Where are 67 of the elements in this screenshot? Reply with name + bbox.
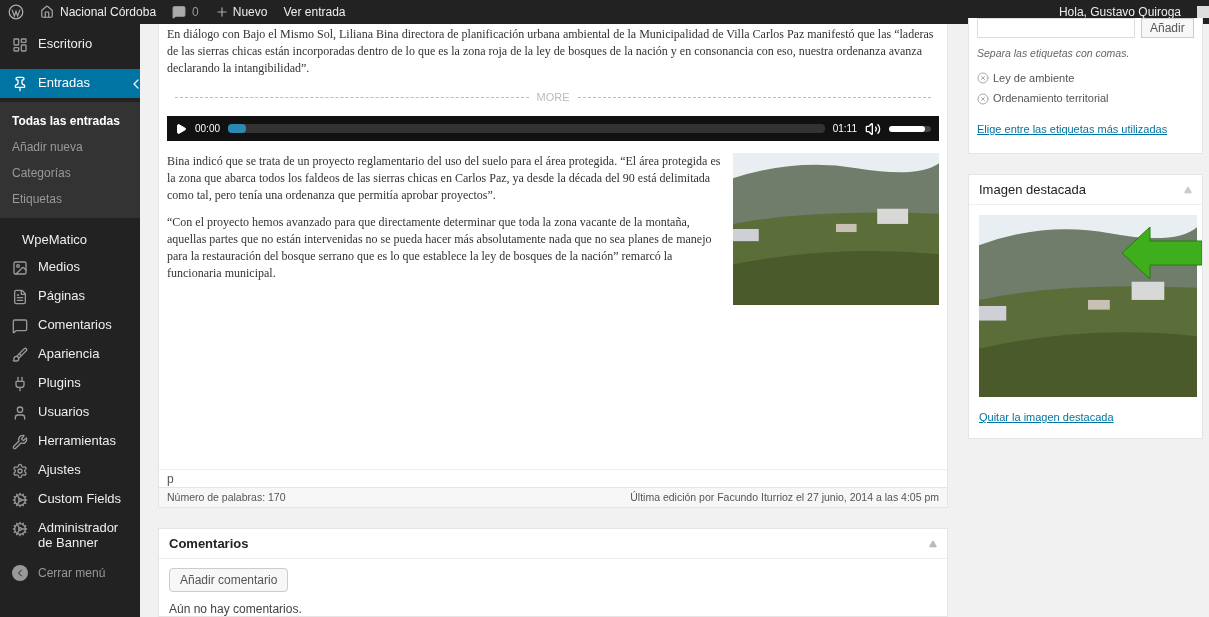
volume-icon[interactable]: [865, 120, 881, 137]
more-separator: MORE: [536, 90, 570, 105]
gear-icon: [12, 521, 28, 537]
logo-icon: [8, 4, 24, 20]
remove-image-link[interactable]: Quitar la imagen destacada: [979, 409, 1192, 426]
progress-track[interactable]: [228, 124, 825, 133]
dashboard-icon: [12, 37, 28, 53]
popular-tags-link[interactable]: Elige entre las etiquetas más utilizadas: [977, 120, 1194, 138]
submenu-item[interactable]: Categorías: [0, 160, 140, 186]
greeting-link[interactable]: Hola, Gustavo Quiroga: [1058, 3, 1181, 21]
gear-icon: [12, 492, 28, 508]
brush-icon: [12, 347, 28, 363]
sidebar-item[interactable]: Plugins: [0, 369, 140, 398]
home-icon: [40, 5, 54, 19]
paragraph: Bina indicó que se trata de un proyecto reglamentario del uso del suelo para el área protegida. “El área protegida es la zona que abarca todos los faldeos de las sierras chicas en Carlos Paz, ya desde la década del 90 está delimitada como tal, pero tenía una ordenanza que permitía aprobar proyectos”.: [167, 153, 722, 204]
site-link[interactable]: Nacional Córdoba: [40, 3, 157, 21]
user-icon: [12, 405, 28, 421]
sidebar-item[interactable]: Páginas: [0, 282, 140, 311]
tags-hint: Separa las etiquetas con comas.: [977, 46, 1131, 61]
paragraph: En diálogo con Bajo el Mismo Sol, Liliana Bina directora de planificación urbana ambiental de la Municipalidad de Villa Carlos Paz manifestó que las “laderas de las sierras chicas están incorporadas dentro de lo que es la zona roja de la ley de bosques de la nación y en consonancia con eso, nuestra ordenanza avanza declarando la intangibilidad”.: [167, 26, 935, 77]
tag-label: Ordenamiento territorial: [993, 91, 1109, 107]
sidebar-item[interactable]: Usuarios: [0, 398, 140, 427]
sidebar-item[interactable]: Entradas: [0, 69, 140, 98]
sidebar-item[interactable]: Ajustes: [0, 456, 140, 485]
new-link[interactable]: Nuevo: [214, 3, 268, 21]
settings-icon: [12, 463, 28, 479]
view-post-link[interactable]: Ver entrada: [283, 3, 346, 21]
comment-icon: [172, 5, 187, 19]
sidebar-item[interactable]: Administrador de Banner: [0, 514, 140, 556]
tags-input[interactable]: [977, 18, 1135, 38]
paragraph: “Con el proyecto hemos avanzado para que directamente determinar que toda la zona vacante de la montaña, aquellas partes que no están intervenidas no se pueda hacer más absolutamente nada que no sea planes de manejo para la restauración del bosque serrano que es lo que establece la ley de bosques de la nación” remarcó la funcionaria municipal.: [167, 214, 713, 282]
toggle-icon[interactable]: [929, 539, 937, 548]
sidebar-item[interactable]: Medios: [0, 253, 140, 282]
collapse-menu-button[interactable]: Cerrar menú: [0, 556, 140, 590]
last-edit: Última edición por Facundo Iturrioz el 27 junio, 2014 a las 4:05 pm: [630, 489, 939, 505]
plug-icon: [12, 376, 28, 392]
comments-link[interactable]: 0: [172, 3, 199, 21]
sidebar-item[interactable]: Comentarios: [0, 311, 140, 340]
submenu-item[interactable]: Todas las entradas: [0, 108, 140, 134]
plus-icon: [214, 5, 229, 19]
wrench-icon: [12, 434, 28, 450]
media-icon: [12, 260, 28, 276]
collapse-icon: [12, 565, 28, 581]
box-title: Imagen destacada: [979, 181, 1086, 199]
sidebar-item[interactable]: Herramientas: [0, 427, 140, 456]
sidebar-item[interactable]: Apariencia: [0, 340, 140, 369]
pin-icon: [12, 76, 28, 92]
add-comment-button[interactable]: Añadir comentario: [169, 568, 289, 592]
arrow-icon: [1122, 227, 1202, 280]
duration: 01:11: [832, 122, 857, 136]
comment-icon: [12, 318, 28, 334]
toggle-icon[interactable]: [1184, 185, 1192, 194]
submenu-item[interactable]: Añadir nueva: [0, 134, 140, 160]
sidebar-item[interactable]: Escritorio: [0, 30, 140, 59]
add-tag-button[interactable]: Añadir: [1141, 18, 1194, 38]
current-time: 00:00: [195, 122, 221, 136]
empty-comments-text: Aún no hay comentarios.: [169, 601, 303, 617]
pages-icon: [12, 289, 28, 305]
remove-tag-icon[interactable]: [977, 72, 989, 84]
sidebar-item[interactable]: Custom Fields: [0, 485, 140, 514]
word-count: Número de palabras: 170: [167, 489, 286, 505]
sidebar-item[interactable]: WpeMatico: [0, 226, 140, 253]
tag-label: Ley de ambiente: [993, 70, 1075, 86]
submenu-item[interactable]: Etiquetas: [0, 186, 140, 212]
remove-tag-icon[interactable]: [977, 92, 989, 105]
box-title: Comentarios: [169, 534, 249, 553]
play-icon[interactable]: [175, 122, 187, 135]
